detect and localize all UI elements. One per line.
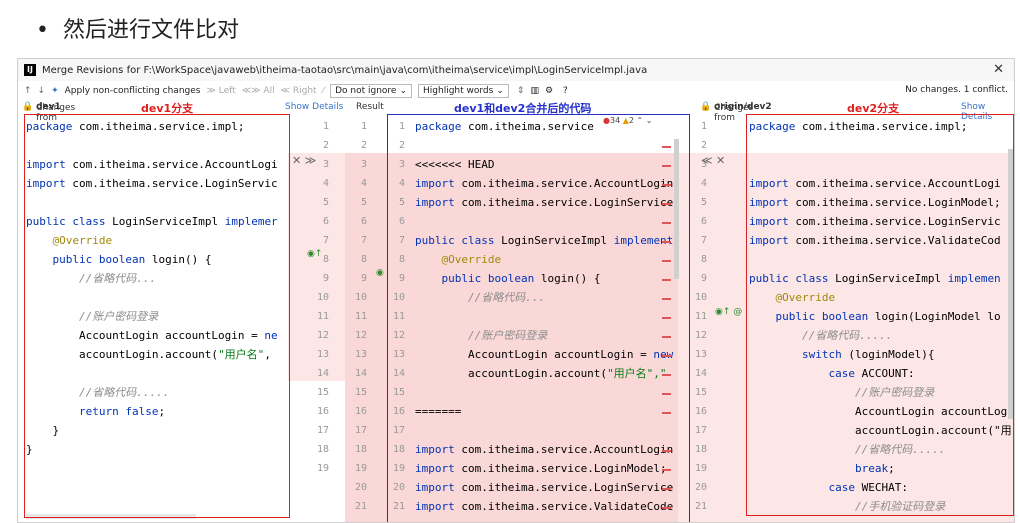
merge-window: IJ Merge Revisions for F:\WorkSpace\java… [17, 58, 1015, 523]
line-number: 14 [316, 368, 329, 379]
line-number: 6 [360, 216, 367, 227]
line-number: 15 [316, 387, 329, 398]
help-icon[interactable]: ? [563, 86, 568, 96]
accept-right-label: Right [292, 86, 317, 96]
line-number: 19 [354, 463, 367, 474]
line-number: 9 [360, 273, 367, 284]
line-number: 12 [354, 330, 367, 341]
window-title: Merge Revisions for F:\WorkSpace\javaweb… [42, 64, 648, 76]
line-number: 13 [316, 349, 329, 360]
line-number: 2 [322, 140, 329, 151]
left-gutter: 1 2 3 4 5 6 7 8 9 10 11 12 13 14 15 16 17 18 19 [303, 115, 343, 522]
center-gutter-left: 1 2 3 4 5 6 7 8 9 10 11 12 13 14 15 16 17 18 19 20 21 1 2 3 4 5 6 7… [345, 115, 405, 522]
apply-non-conflicting-button[interactable]: Apply non-conflicting changes [65, 86, 201, 96]
show-details-left[interactable]: Show Details [285, 102, 343, 112]
line-number [303, 497, 329, 516]
line-number: 18 [316, 444, 329, 455]
gear-icon[interactable]: ⚙ [545, 86, 553, 96]
slide-heading: • 然后进行文件比对 [36, 12, 239, 44]
history-center-icon: ◉ [376, 268, 384, 278]
line-number: 4 [360, 178, 367, 189]
title-bar: IJ Merge Revisions for F:\WorkSpace\java… [18, 59, 1014, 81]
line-number: 11 [354, 311, 367, 322]
line-number: 4 [322, 178, 329, 189]
line-number: 19 [316, 463, 329, 474]
right-annotation-frame [746, 114, 1014, 516]
history-left-icon: ◉↑ [307, 249, 323, 259]
bullet: • [36, 18, 49, 43]
line-number: 5 [322, 197, 329, 208]
chevron-down-icon: ⌄ [496, 86, 504, 96]
line-number: 21 [354, 501, 367, 512]
line-number: 16 [316, 406, 329, 417]
magic-resolve-icon[interactable]: ⁄ [323, 86, 325, 96]
result-header: Result [356, 102, 384, 112]
intellij-app-icon: IJ [24, 64, 36, 76]
chevron-down-icon: ⌄ [399, 86, 408, 96]
columns-icon[interactable]: ▥ [530, 86, 539, 96]
line-number: 1 [322, 121, 329, 132]
merge-status: No changes. 1 conflict. [905, 85, 1008, 95]
accept-all-label: All [263, 86, 275, 96]
ignore-dropdown[interactable]: Do not ignore ⌄ [330, 84, 413, 98]
line-number: 7 [322, 235, 329, 246]
line-number: 17 [316, 425, 329, 436]
left-header: 🔒 Changes from dev1 [22, 102, 76, 123]
line-number: 7 [360, 235, 367, 246]
sync-scroll-icon[interactable]: ⇕ [517, 86, 525, 96]
ignore-left-change-icon[interactable]: ✕ ≫ [292, 154, 316, 167]
line-number: 8 [360, 254, 367, 265]
ignore-right-change-icon[interactable]: ≪ ✕ [701, 154, 725, 167]
arrow-down-icon[interactable]: ↓ [38, 86, 46, 96]
line-number: 17 [354, 425, 367, 436]
left-annotation-frame [24, 114, 290, 518]
right-header: 🔒 Changes from origin/dev2 [700, 102, 772, 123]
center-annotation-frame [387, 114, 690, 522]
line-number: 14 [354, 368, 367, 379]
toolbar: ↑ ↓ ✦ Apply non-conflicting changes ≫ Le… [18, 81, 1014, 101]
arrow-up-icon[interactable]: ↑ [24, 86, 32, 96]
line-number: 12 [316, 330, 329, 341]
line-number: 20 [354, 482, 367, 493]
line-number: 10 [316, 292, 329, 303]
highlight-dropdown[interactable]: Highlight words ⌄ [418, 84, 509, 98]
line-number: 5 [360, 197, 367, 208]
pane-headers: 🔒 Changes from dev1 dev1分支 Show Details … [18, 101, 1014, 123]
close-icon[interactable]: ✕ [993, 62, 1004, 77]
line-number: 15 [354, 387, 367, 398]
accept-left-button[interactable]: ≫ Left [206, 86, 235, 96]
line-number: 1 [360, 121, 367, 132]
line-number [303, 478, 329, 497]
line-number: 3 [360, 159, 367, 170]
line-number: 11 [316, 311, 329, 322]
line-number: 9 [322, 273, 329, 284]
apply-icon[interactable]: ✦ [51, 86, 59, 96]
slide-title: 然后进行文件比对 [62, 18, 239, 43]
history-right-icon: ◉↑ @ [715, 307, 743, 317]
accept-left-label: Left [218, 86, 236, 96]
line-number: 6 [322, 216, 329, 227]
line-number: 10 [354, 292, 367, 303]
accept-right-button[interactable]: ≪ Right [281, 86, 317, 96]
highlight-value: Highlight words [423, 86, 494, 96]
ignore-value: Do not ignore [335, 86, 397, 96]
line-number: 13 [354, 349, 367, 360]
line-number: 16 [354, 406, 367, 417]
accept-all-button[interactable]: ≪≫ All [242, 86, 275, 96]
line-number: 18 [354, 444, 367, 455]
line-number: 2 [360, 140, 367, 151]
